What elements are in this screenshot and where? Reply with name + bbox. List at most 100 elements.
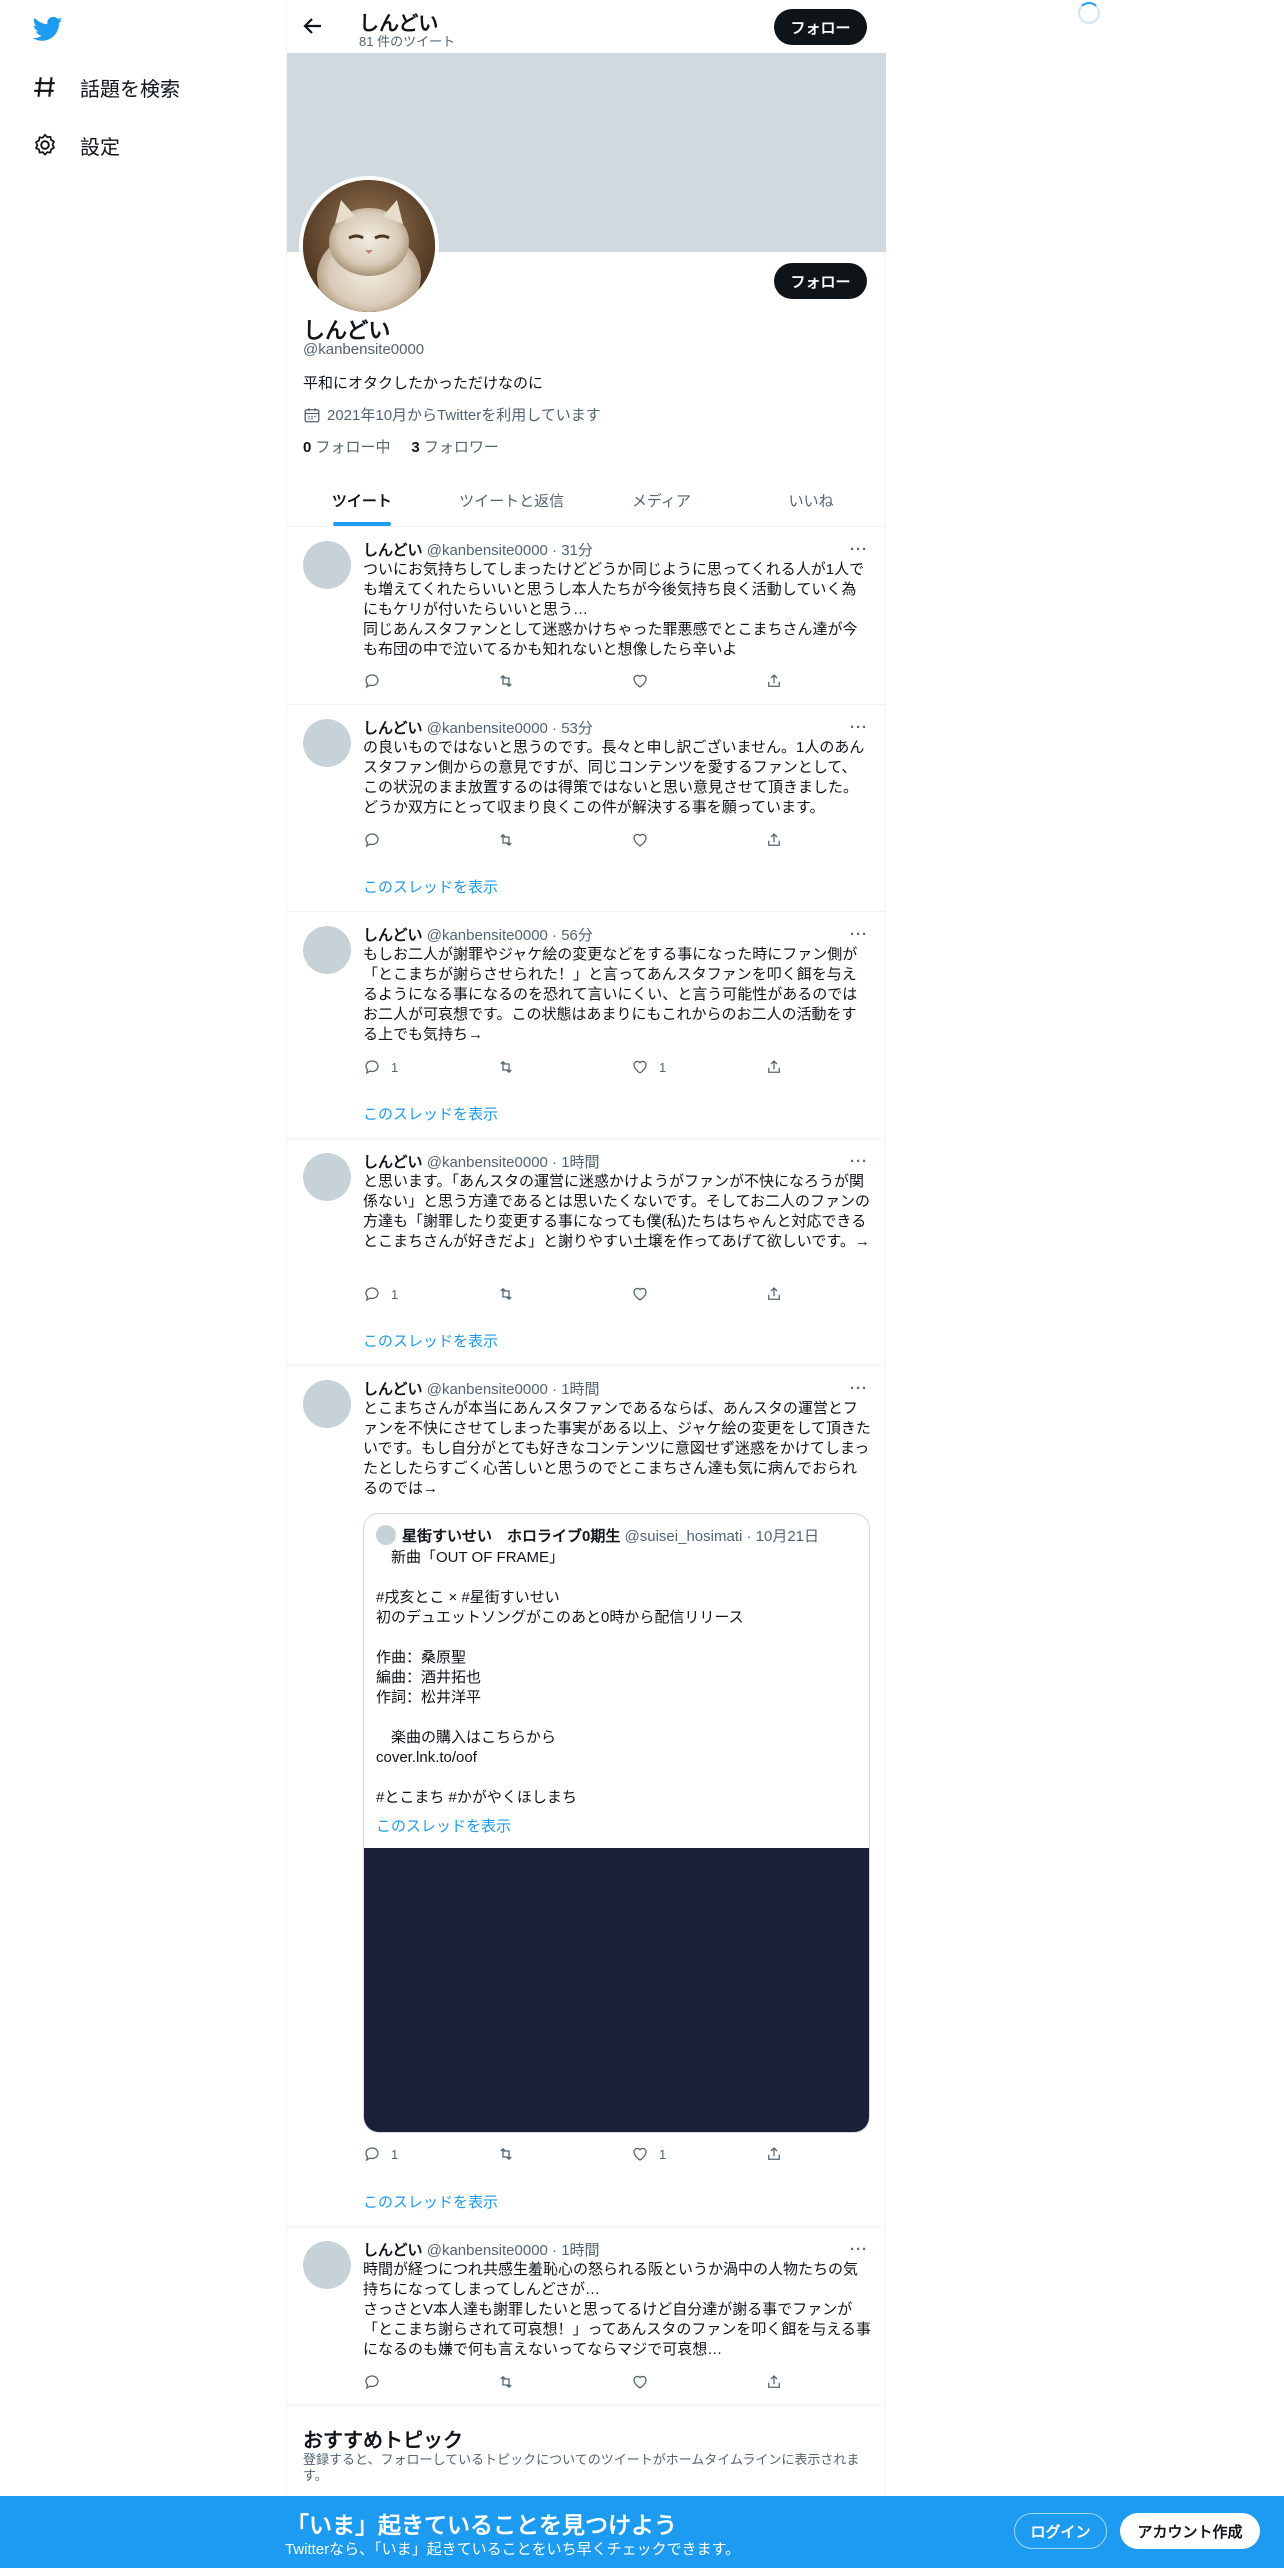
tweet[interactable]: しんどい @kanbensite0000 · 1時間 ··· とこまちさんが本当…: [287, 1366, 886, 2227]
tab-media[interactable]: メディア: [587, 474, 737, 526]
tweet-author-name[interactable]: しんどい: [363, 720, 423, 737]
tweet-author-name[interactable]: しんどい: [363, 2242, 423, 2259]
retweet-button[interactable]: [497, 831, 525, 849]
profile-avatar[interactable]: [299, 176, 439, 316]
tweet[interactable]: しんどい @kanbensite0000 · 1時間 ··· と思います。「あん…: [287, 1139, 886, 1366]
reply-button[interactable]: 1: [363, 2145, 398, 2163]
heart-icon: [633, 1060, 647, 1074]
avatar[interactable]: [303, 926, 351, 974]
retweet-icon: [500, 1060, 512, 1074]
like-button[interactable]: 1: [631, 1058, 666, 1076]
share-button[interactable]: [765, 2373, 793, 2391]
profile-handle: @kanbensite0000: [303, 341, 425, 358]
share-icon: [768, 674, 780, 687]
avatar[interactable]: [303, 2241, 351, 2289]
quoted-show-thread-link[interactable]: このスレッドを表示: [376, 1815, 511, 1836]
quoted-media[interactable]: [364, 1848, 869, 2132]
tweet-text: と思います。「あんスタの運営に迷惑かけようがファンが不快になろうが関係ない」と思…: [363, 1173, 871, 1250]
avatar[interactable]: [303, 1380, 351, 1428]
tweet-author-name[interactable]: しんどい: [363, 927, 423, 944]
nav-explore[interactable]: 話題を検索: [32, 67, 180, 107]
show-thread-link[interactable]: このスレッドを表示: [363, 876, 498, 897]
following-link[interactable]: 0 フォロー中: [303, 439, 391, 456]
tweet-text: ついにお気持ちしてしまったけどどうか同じように思ってくれる人が1人でも増えてくれ…: [363, 561, 865, 658]
topics-subtitle: 登録すると、フォローしているトピックについてのツイートがホームタイムラインに表示…: [303, 2452, 860, 2483]
nav-explore-label: 話題を検索: [80, 78, 180, 101]
tweet-author-name[interactable]: しんどい: [363, 1154, 423, 1171]
tab-tweets[interactable]: ツイート: [287, 474, 437, 526]
share-button[interactable]: [765, 672, 793, 690]
like-button[interactable]: [631, 672, 659, 690]
reply-button[interactable]: [363, 672, 391, 690]
reply-button[interactable]: 1: [363, 1058, 398, 1076]
avatar[interactable]: [303, 1153, 351, 1201]
retweet-icon: [500, 674, 512, 688]
show-thread-link[interactable]: このスレッドを表示: [363, 2191, 498, 2212]
like-button[interactable]: [631, 2373, 659, 2391]
tweet-meta: @kanbensite0000 · 1時間: [426, 1154, 600, 1171]
heart-icon: [633, 1287, 647, 1301]
more-icon[interactable]: ···: [850, 541, 870, 558]
tweet-header: しんどい @kanbensite0000 · 53分: [363, 717, 593, 738]
retweet-button[interactable]: [497, 2145, 525, 2163]
like-count: 1: [659, 2146, 667, 2162]
reply-button[interactable]: [363, 831, 391, 849]
more-icon[interactable]: ···: [850, 2241, 870, 2258]
tweet[interactable]: しんどい @kanbensite0000 · 1時間 ··· 時間が経つにつれ共…: [287, 2227, 886, 2406]
like-count: 1: [659, 1059, 667, 1075]
bottom-bar-subtitle: Twitterなら、「いま」起きていることをいち早くチェックできます。: [285, 2541, 741, 2558]
tweet[interactable]: しんどい @kanbensite0000 · 53分 ··· の良いものではない…: [287, 705, 886, 912]
tab-likes[interactable]: いいね: [736, 474, 886, 526]
share-button[interactable]: [765, 2145, 793, 2163]
tweet[interactable]: しんどい @kanbensite0000 · 56分 ··· もしお二人が謝罪や…: [287, 912, 886, 1139]
tab-tweets-and-replies[interactable]: ツイートと返信: [437, 474, 587, 526]
header-follow-button[interactable]: フォロー: [774, 9, 867, 45]
more-icon[interactable]: ···: [850, 719, 870, 736]
more-icon[interactable]: ···: [850, 1380, 870, 1397]
avatar[interactable]: [303, 541, 351, 589]
show-thread-link[interactable]: このスレッドを表示: [363, 1330, 498, 1351]
like-button[interactable]: [631, 831, 659, 849]
signup-button[interactable]: アカウント作成: [1120, 2513, 1260, 2549]
retweet-button[interactable]: [497, 672, 525, 690]
tweet-meta: @kanbensite0000 · 53分: [426, 720, 593, 737]
quoted-tweet[interactable]: 星街すいせい ホロライブ0期生 @suisei_hosimati · 10月21…: [363, 1513, 870, 2133]
reply-count: 1: [391, 2146, 399, 2162]
main-column: しんどい 81 件のツイート フォロー フォロー しんどい @kanbensit…: [286, 0, 886, 2568]
followers-label: フォロワー: [423, 439, 499, 456]
reply-icon: [365, 674, 379, 689]
gear-icon: [35, 133, 55, 156]
more-icon[interactable]: ···: [850, 926, 870, 943]
calendar-icon: [304, 407, 320, 422]
show-thread-link[interactable]: このスレッドを表示: [363, 1103, 498, 1124]
share-button[interactable]: [765, 831, 793, 849]
tweet[interactable]: しんどい @kanbensite0000 · 31分 ··· ついにお気持ちして…: [287, 527, 886, 705]
reply-button[interactable]: [363, 2373, 391, 2391]
reply-button[interactable]: 1: [363, 1285, 398, 1303]
avatar[interactable]: [303, 719, 351, 767]
share-icon: [768, 833, 780, 846]
profile-joined: 2021年10月からTwitterを利用しています: [303, 404, 601, 425]
reply-count: 1: [391, 1286, 399, 1302]
like-button[interactable]: [631, 1285, 659, 1303]
share-button[interactable]: [765, 1285, 793, 1303]
back-arrow-icon[interactable]: [301, 14, 325, 38]
nav-settings-label: 設定: [80, 136, 120, 159]
tweet-author-name[interactable]: しんどい: [363, 542, 423, 559]
like-button[interactable]: 1: [631, 2145, 666, 2163]
twitter-logo-icon[interactable]: [32, 14, 64, 44]
retweet-button[interactable]: [497, 2373, 525, 2391]
more-icon[interactable]: ···: [850, 1153, 870, 1170]
nav-settings[interactable]: 設定: [32, 125, 120, 165]
retweet-button[interactable]: [497, 1058, 525, 1076]
tweet-header: しんどい @kanbensite0000 · 1時間: [363, 2239, 600, 2260]
tweet-header: しんどい @kanbensite0000 · 31分: [363, 539, 593, 560]
tweet-author-name[interactable]: しんどい: [363, 1381, 423, 1398]
profile-follow-button[interactable]: フォロー: [774, 263, 867, 299]
share-button[interactable]: [765, 1058, 793, 1076]
tweet-actions: 1 1: [363, 1058, 783, 1078]
followers-link[interactable]: 3 フォロワー: [411, 439, 499, 456]
cat-avatar-image: [303, 180, 435, 312]
retweet-button[interactable]: [497, 1285, 525, 1303]
login-button[interactable]: ログイン: [1014, 2513, 1107, 2549]
